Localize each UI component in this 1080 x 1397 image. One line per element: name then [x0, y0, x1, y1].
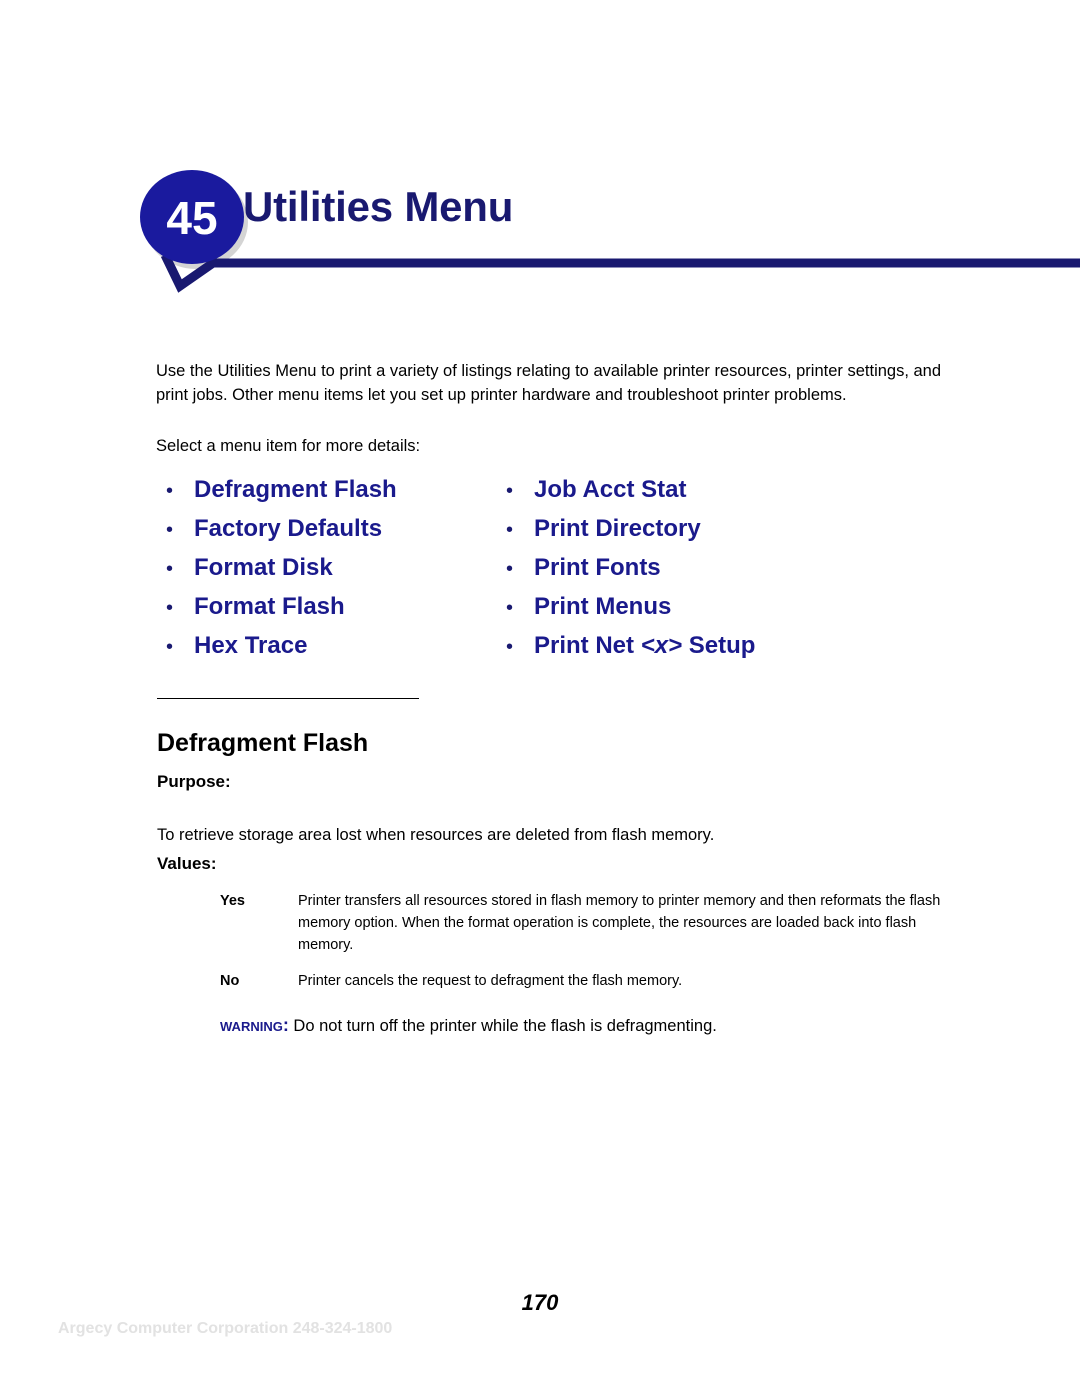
bullet-icon: •: [506, 636, 514, 658]
values-label: Values:: [157, 854, 217, 873]
intro-prompt: Select a menu item for more details:: [156, 436, 421, 455]
bullet-icon: •: [166, 558, 174, 580]
menu-link-label-prefix: Print Net: [534, 632, 641, 659]
section-divider: [157, 698, 419, 699]
warning-text: Do not turn off the printer while the fl…: [288, 1016, 717, 1035]
menu-links-left-column: • Defragment Flash • Factory Defaults • …: [166, 470, 506, 665]
menu-links-right-column: • Job Acct Stat • Print Directory • Prin…: [506, 470, 936, 665]
menu-link-label: Format Disk: [194, 554, 333, 581]
bullet-icon: •: [166, 519, 174, 541]
page-number: 170: [521, 1290, 559, 1315]
menu-link-defragment-flash[interactable]: • Defragment Flash: [166, 470, 506, 509]
document-page: 45 Utilities Menu Use the Utilities Menu…: [0, 0, 1080, 1397]
menu-link-label: Factory Defaults: [194, 515, 383, 542]
chapter-header-graphic: 45: [140, 170, 1080, 293]
value-row: Yes Printer transfers all resources stor…: [220, 890, 950, 956]
bullet-icon: •: [506, 597, 514, 619]
menu-link-label: Print Net <x> Setup: [534, 626, 755, 665]
menu-link-hex-trace[interactable]: • Hex Trace: [166, 626, 506, 665]
purpose-label: Purpose:: [157, 772, 231, 791]
section-heading: Defragment Flash: [157, 728, 369, 757]
menu-link-format-disk[interactable]: • Format Disk: [166, 548, 506, 587]
menu-link-print-fonts[interactable]: • Print Fonts: [506, 548, 936, 587]
menu-link-label: Print Fonts: [534, 554, 661, 581]
menu-link-label: Defragment Flash: [194, 476, 397, 503]
menu-link-job-acct-stat[interactable]: • Job Acct Stat: [506, 470, 936, 509]
page-title: Utilities Menu: [243, 183, 514, 230]
menu-link-format-flash[interactable]: • Format Flash: [166, 587, 506, 626]
bullet-icon: •: [506, 519, 514, 541]
header-connector-line: [160, 253, 1080, 293]
purpose-text: To retrieve storage area lost when resou…: [157, 825, 715, 844]
menu-link-label: Print Menus: [534, 593, 672, 620]
value-name: No: [220, 973, 240, 989]
value-description: Printer transfers all resources stored i…: [298, 893, 941, 953]
warning-label: Warning:: [220, 1014, 289, 1035]
value-description: Printer cancels the request to defragmen…: [298, 973, 683, 989]
value-row: No Printer cancels the request to defrag…: [220, 970, 950, 992]
menu-link-print-menus[interactable]: • Print Menus: [506, 587, 936, 626]
footer-watermark: Argecy Computer Corporation 248-324-1800: [58, 1320, 393, 1337]
menu-link-label-suffix: Setup: [682, 632, 756, 659]
menu-link-print-net-x-setup[interactable]: • Print Net <x> Setup: [506, 626, 936, 665]
menu-link-label: Job Acct Stat: [534, 476, 687, 503]
intro-paragraph: Use the Utilities Menu to print a variet…: [156, 361, 942, 404]
chapter-number: 45: [166, 192, 217, 244]
menu-link-factory-defaults[interactable]: • Factory Defaults: [166, 509, 506, 548]
bullet-icon: •: [166, 480, 174, 502]
value-name: Yes: [220, 893, 245, 909]
menu-link-label: Hex Trace: [194, 632, 308, 659]
warning-note: Warning: Do not turn off the printer whi…: [220, 1013, 950, 1038]
menu-link-label: Format Flash: [194, 593, 345, 620]
bullet-icon: •: [506, 480, 514, 502]
menu-link-label-variable: <x>: [640, 632, 683, 659]
bullet-icon: •: [166, 597, 174, 619]
bullet-icon: •: [166, 636, 174, 658]
bullet-icon: •: [506, 558, 514, 580]
menu-link-print-directory[interactable]: • Print Directory: [506, 509, 936, 548]
menu-link-label: Print Directory: [534, 515, 701, 542]
values-table: Yes Printer transfers all resources stor…: [220, 890, 950, 1006]
chapter-header: 45 Utilities Menu: [0, 160, 1080, 305]
